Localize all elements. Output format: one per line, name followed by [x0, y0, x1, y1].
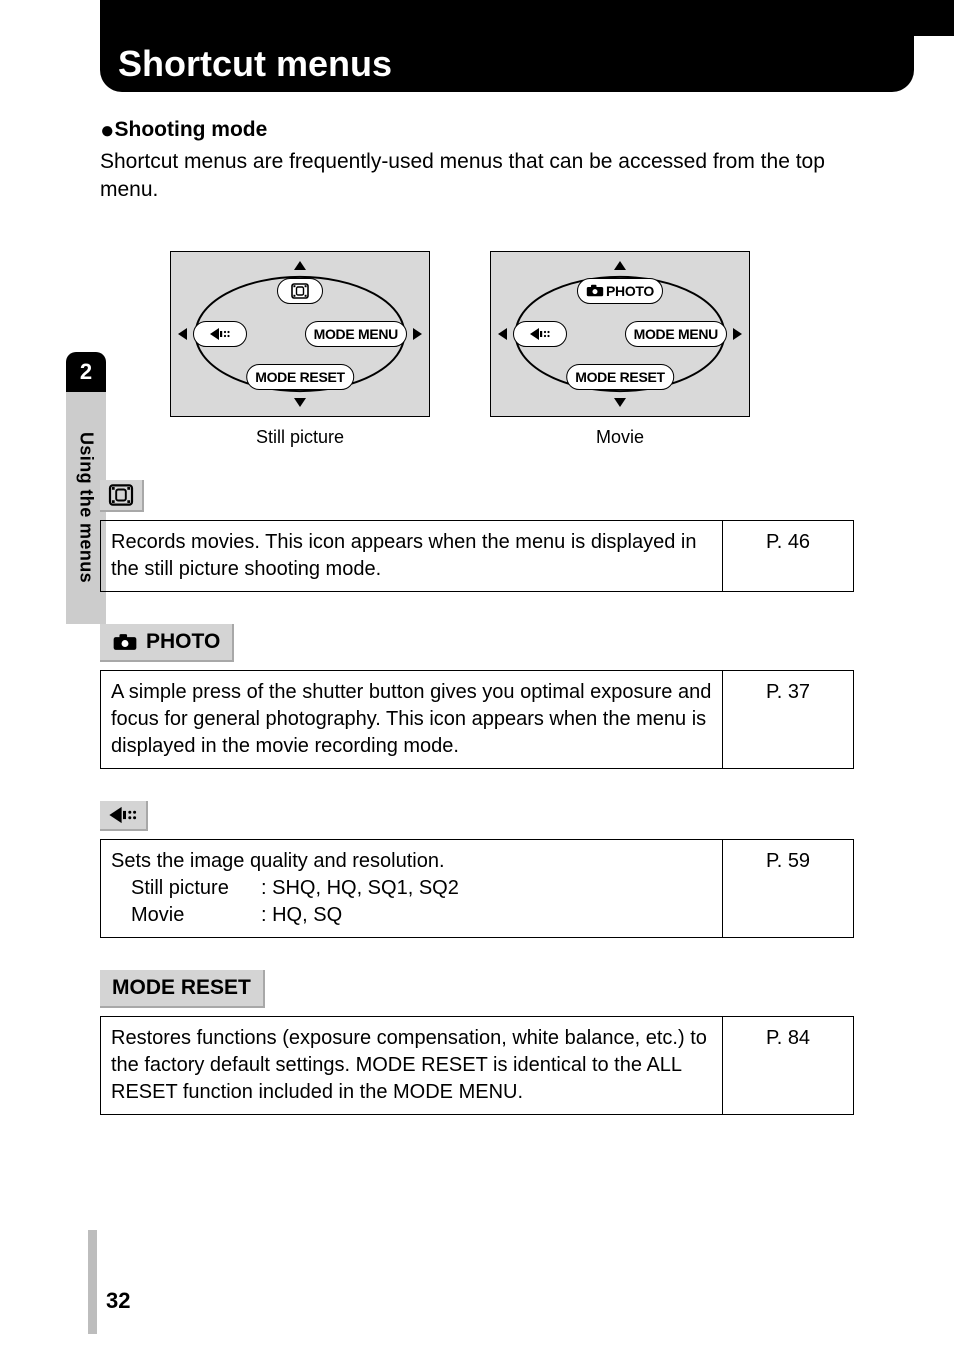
diagram-still: MODE MENU MODE RESET [170, 251, 430, 417]
intro-text: Shortcut menus are frequently-used menus… [100, 148, 854, 205]
section-quality-desc: Sets the image quality and resolution. S… [101, 839, 723, 937]
quality-line1: Sets the image quality and resolution. [111, 848, 712, 875]
diagram-still-block: MODE MENU MODE RESET Still picture [170, 251, 430, 448]
dpad-left-icon [498, 328, 507, 340]
diagram-still-caption: Still picture [256, 427, 344, 448]
section-heading-photo: PHOTO [100, 624, 234, 662]
menu-right-mode-menu: MODE MENU [625, 321, 727, 347]
section-mode-reset: MODE RESET Restores functions (exposure … [100, 970, 854, 1115]
quality-movie-values: : HQ, SQ [261, 902, 342, 929]
section-mode-reset-table: Restores functions (exposure compensatio… [100, 1016, 854, 1115]
section-heading-photo-text: PHOTO [146, 630, 220, 654]
section-mode-reset-desc: Restores functions (exposure compensatio… [101, 1016, 723, 1114]
section-heading-shooting-mode: ●Shooting mode [100, 118, 854, 142]
quality-lines: Still picture : SHQ, HQ, SQ1, SQ2 Movie … [111, 875, 712, 929]
quality-still-row: Still picture : SHQ, HQ, SQ1, SQ2 [111, 875, 712, 902]
menu-top-photo-label: PHOTO [606, 283, 654, 299]
section-photo-ref: P. 37 [723, 670, 854, 768]
section-photo: PHOTO A simple press of the shutter butt… [100, 624, 854, 769]
camera-icon [586, 284, 604, 297]
page: Shortcut menus 2 Using the menus ●Shooti… [0, 0, 954, 1346]
section-heading-mode-reset-text: MODE RESET [112, 976, 251, 1000]
menu-right-mode-menu: MODE MENU [305, 321, 407, 347]
section-movie-ref: P. 46 [723, 520, 854, 591]
section-photo-desc: A simple press of the shutter button giv… [101, 670, 723, 768]
section-heading-mode-reset: MODE RESET [100, 970, 265, 1008]
table-row: Records movies. This icon appears when t… [101, 520, 854, 591]
record-mode-icon [529, 327, 551, 341]
menu-top-movie [277, 278, 323, 304]
section-mode-reset-ref: P. 84 [723, 1016, 854, 1114]
header-top-bar [100, 0, 954, 36]
quality-still-label: Still picture [111, 875, 261, 902]
section-quality-ref: P. 59 [723, 839, 854, 937]
movie-icon [291, 283, 309, 299]
section-movie-table: Records movies. This icon appears when t… [100, 520, 854, 592]
dpad-down-icon [294, 398, 306, 407]
table-row: Sets the image quality and resolution. S… [101, 839, 854, 937]
movie-icon [108, 484, 134, 506]
section-movie-desc: Records movies. This icon appears when t… [101, 520, 723, 591]
quality-still-values: : SHQ, HQ, SQ1, SQ2 [261, 875, 459, 902]
dpad-right-icon [413, 328, 422, 340]
section-quality-table: Sets the image quality and resolution. S… [100, 839, 854, 938]
quality-movie-label: Movie [111, 902, 261, 929]
camera-icon [112, 633, 138, 651]
page-number: 32 [106, 1288, 130, 1314]
footer-decor-bar [88, 1230, 97, 1334]
diagram-movie-caption: Movie [596, 427, 644, 448]
quality-movie-row: Movie : HQ, SQ [111, 902, 712, 929]
section-heading-movie [100, 480, 144, 512]
record-mode-icon [108, 805, 138, 825]
page-title-bar: Shortcut menus [100, 36, 914, 92]
page-title: Shortcut menus [118, 43, 392, 85]
shooting-mode-label: Shooting mode [115, 118, 268, 141]
dpad-right-icon [733, 328, 742, 340]
diagram-movie-block: PHOTO MODE MENU MODE RESET Movie [490, 251, 750, 448]
content-area: ●Shooting mode Shortcut menus are freque… [100, 112, 854, 1115]
menu-bottom-mode-reset: MODE RESET [566, 364, 674, 390]
dpad-down-icon [614, 398, 626, 407]
section-quality: Sets the image quality and resolution. S… [100, 801, 854, 938]
menu-left-record-mode [513, 321, 567, 347]
menu-left-record-mode [193, 321, 247, 347]
dpad-up-icon [614, 261, 626, 270]
dpad-up-icon [294, 261, 306, 270]
section-photo-table: A simple press of the shutter button giv… [100, 670, 854, 769]
section-movie: Records movies. This icon appears when t… [100, 480, 854, 592]
diagram-movie: PHOTO MODE MENU MODE RESET [490, 251, 750, 417]
menu-top-photo: PHOTO [577, 278, 663, 304]
menu-diagrams: MODE MENU MODE RESET Still picture [170, 251, 854, 448]
table-row: A simple press of the shutter button giv… [101, 670, 854, 768]
dpad-left-icon [178, 328, 187, 340]
table-row: Restores functions (exposure compensatio… [101, 1016, 854, 1114]
bullet-icon: ● [100, 117, 115, 144]
section-heading-quality [100, 801, 148, 831]
menu-bottom-mode-reset: MODE RESET [246, 364, 354, 390]
record-mode-icon [209, 327, 231, 341]
